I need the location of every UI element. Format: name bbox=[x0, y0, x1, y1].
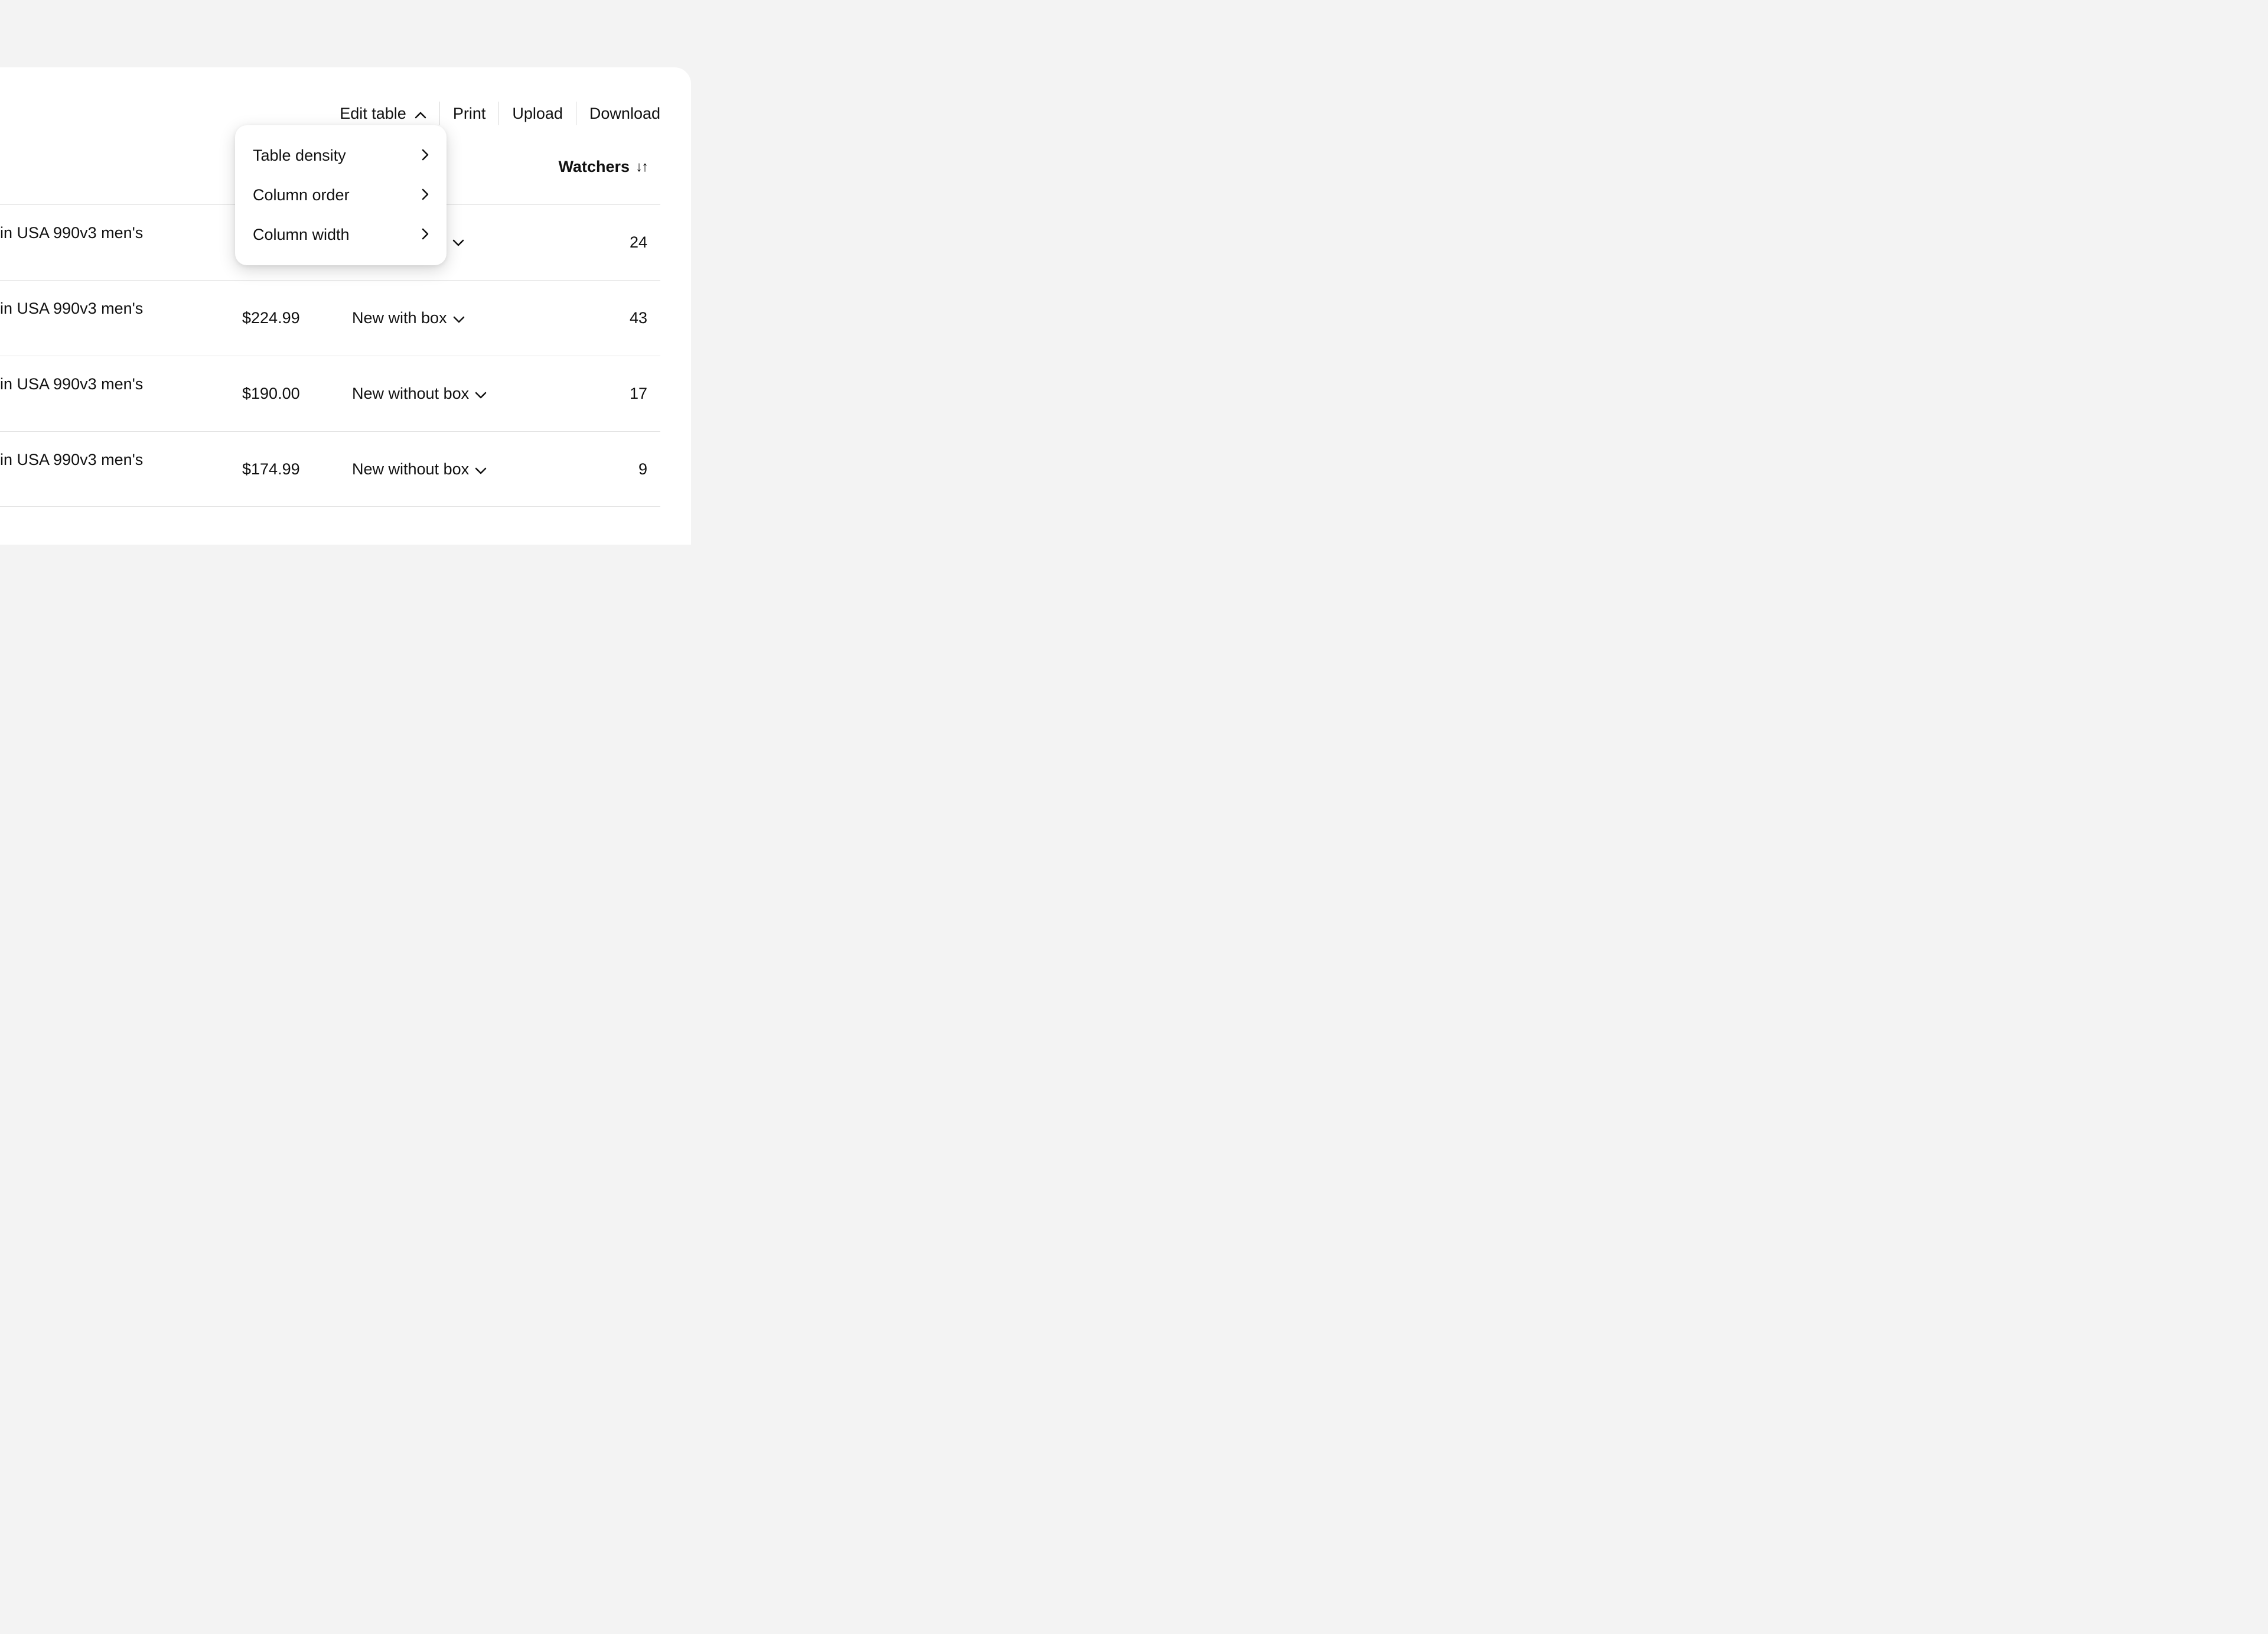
sort-icon: ↓↑ bbox=[636, 159, 647, 175]
menu-item-label: Column order bbox=[253, 186, 350, 204]
table-row: in USA 990v3 men's $174.99 New without b… bbox=[0, 431, 660, 507]
condition-label: New without box bbox=[352, 385, 469, 403]
download-label: Download bbox=[589, 105, 660, 123]
menu-item-table-density[interactable]: Table density bbox=[235, 136, 447, 175]
print-button[interactable]: Print bbox=[440, 105, 499, 123]
chevron-right-icon bbox=[422, 147, 429, 165]
table-row: in USA 990v3 men's $224.99 New with box … bbox=[0, 280, 660, 356]
cell-title: in USA 990v3 men's bbox=[0, 375, 143, 393]
menu-item-label: Table density bbox=[253, 147, 346, 165]
chevron-right-icon bbox=[422, 226, 429, 244]
chevron-down-icon bbox=[452, 239, 464, 249]
watchers-label: Watchers bbox=[558, 158, 630, 176]
condition-select[interactable]: New without box bbox=[352, 460, 487, 479]
cell-title: in USA 990v3 men's bbox=[0, 300, 143, 318]
print-label: Print bbox=[453, 105, 486, 123]
menu-item-column-width[interactable]: Column width bbox=[235, 215, 447, 255]
download-button[interactable]: Download bbox=[576, 105, 660, 123]
cell-watchers: 43 bbox=[630, 309, 647, 327]
chevron-right-icon bbox=[422, 186, 429, 204]
upload-label: Upload bbox=[512, 105, 563, 123]
cell-price: $224.99 bbox=[242, 309, 300, 327]
edit-table-button[interactable]: Edit table bbox=[340, 105, 439, 123]
toolbar: Edit table Print Upload Download bbox=[340, 102, 660, 125]
cell-watchers: 24 bbox=[630, 233, 647, 252]
condition-label: New with box bbox=[352, 309, 447, 327]
chevron-down-icon bbox=[453, 309, 465, 327]
condition-select[interactable]: New with box bbox=[352, 309, 465, 327]
table-row: in USA 990v3 men's $190.00 New without b… bbox=[0, 356, 660, 431]
cell-price: $190.00 bbox=[242, 385, 300, 403]
cell-price: $174.99 bbox=[242, 460, 300, 479]
edit-table-dropdown: Table density Column order Column width bbox=[235, 125, 447, 265]
chevron-down-icon bbox=[475, 385, 487, 403]
cell-title: in USA 990v3 men's bbox=[0, 451, 143, 469]
condition-select[interactable]: New without box bbox=[352, 385, 487, 403]
menu-item-column-order[interactable]: Column order bbox=[235, 175, 447, 215]
chevron-up-icon bbox=[415, 105, 426, 123]
main-panel: Edit table Print Upload Download Watcher… bbox=[0, 67, 691, 545]
chevron-down-icon bbox=[475, 460, 487, 479]
cell-title: in USA 990v3 men's bbox=[0, 224, 143, 242]
edit-table-label: Edit table bbox=[340, 105, 406, 123]
menu-item-label: Column width bbox=[253, 226, 350, 244]
column-header-watchers[interactable]: Watchers ↓↑ bbox=[558, 158, 647, 176]
condition-label: New without box bbox=[352, 460, 469, 479]
cell-watchers: 9 bbox=[638, 460, 647, 479]
upload-button[interactable]: Upload bbox=[499, 105, 576, 123]
cell-watchers: 17 bbox=[630, 385, 647, 403]
